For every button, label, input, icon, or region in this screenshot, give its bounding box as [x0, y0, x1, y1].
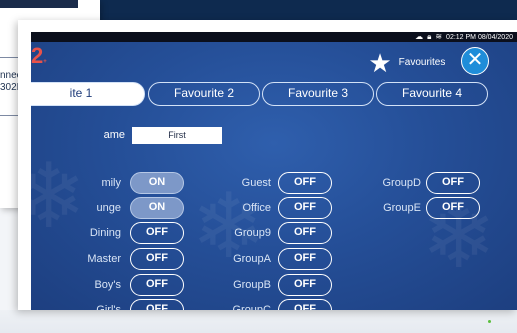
- toggle-groupd[interactable]: OFF: [426, 172, 480, 194]
- device-label-groupe: GroupE: [383, 202, 421, 214]
- favourites-button[interactable]: Favourites: [393, 52, 451, 74]
- toggle-groupa[interactable]: OFF: [278, 248, 332, 270]
- logo-text: 2: [31, 43, 44, 68]
- close-icon[interactable]: ✕: [461, 47, 489, 75]
- device-label-master: Master: [87, 253, 121, 265]
- device-label-group9: Group9: [234, 227, 271, 239]
- tab-favourite-1[interactable]: ite 1: [31, 82, 145, 106]
- device-label-girls: Girl's: [96, 304, 121, 310]
- tab-favourite-2[interactable]: Favourite 2: [148, 82, 260, 106]
- toggle-guest[interactable]: OFF: [278, 172, 332, 194]
- device-label-groupd: GroupD: [382, 177, 421, 189]
- toggle-groupe[interactable]: OFF: [426, 197, 480, 219]
- device-label-family: mily: [101, 177, 121, 189]
- star-icon: ★: [368, 48, 392, 78]
- background-bottom: [0, 310, 517, 333]
- device-label-groupa: GroupA: [233, 253, 271, 265]
- toggle-master[interactable]: OFF: [130, 248, 184, 270]
- lock-icon: 🔒︎: [427, 32, 432, 41]
- background-tablet-topbar: [0, 0, 78, 8]
- wifi-icon: ≋: [435, 32, 443, 41]
- toggle-boys[interactable]: OFF: [130, 274, 184, 296]
- toggle-groupc[interactable]: OFF: [278, 299, 332, 310]
- device-label-boys: Boy's: [94, 279, 121, 291]
- brand-logo: 2+: [31, 44, 61, 68]
- toggle-groupb[interactable]: OFF: [278, 274, 332, 296]
- status-icons: ☁ 🔒︎ ≋ 02:12 PM 08/04/2020: [415, 32, 513, 42]
- status-bar: ☁ 🔒︎ ≋ 02:12 PM 08/04/2020: [31, 32, 517, 42]
- toggle-office[interactable]: OFF: [278, 197, 332, 219]
- logo-sub: +: [43, 59, 47, 65]
- name-label: ame: [103, 129, 125, 141]
- indicator-dot: [488, 320, 491, 323]
- device-label-dining: Dining: [89, 227, 121, 239]
- toggle-group9[interactable]: OFF: [278, 222, 332, 244]
- device-label-guest: Guest: [241, 177, 271, 189]
- cloud-icon: ☁: [415, 32, 424, 41]
- toggle-family[interactable]: ON: [130, 172, 184, 194]
- device-label-groupb: GroupB: [233, 279, 271, 291]
- tab-favourite-3[interactable]: Favourite 3: [262, 82, 374, 106]
- toggle-lounge[interactable]: ON: [130, 197, 184, 219]
- status-time-date: 02:12 PM 08/04/2020: [446, 33, 513, 41]
- name-field[interactable]: First: [132, 127, 222, 144]
- toggle-girls[interactable]: OFF: [130, 299, 184, 310]
- device-label-office: Office: [242, 202, 271, 214]
- device-label-lounge: unge: [96, 202, 121, 214]
- toggle-dining[interactable]: OFF: [130, 222, 184, 244]
- favourites-screen: ❄ ❄ ❄ ☁ 🔒︎ ≋ 02:12 PM 08/04/2020 2+ ★ Fa…: [31, 32, 517, 310]
- device-label-groupc: GroupC: [232, 304, 271, 310]
- tablet-frame: ❄ ❄ ❄ ☁ 🔒︎ ≋ 02:12 PM 08/04/2020 2+ ★ Fa…: [18, 20, 517, 310]
- tab-favourite-4[interactable]: Favourite 4: [376, 82, 488, 106]
